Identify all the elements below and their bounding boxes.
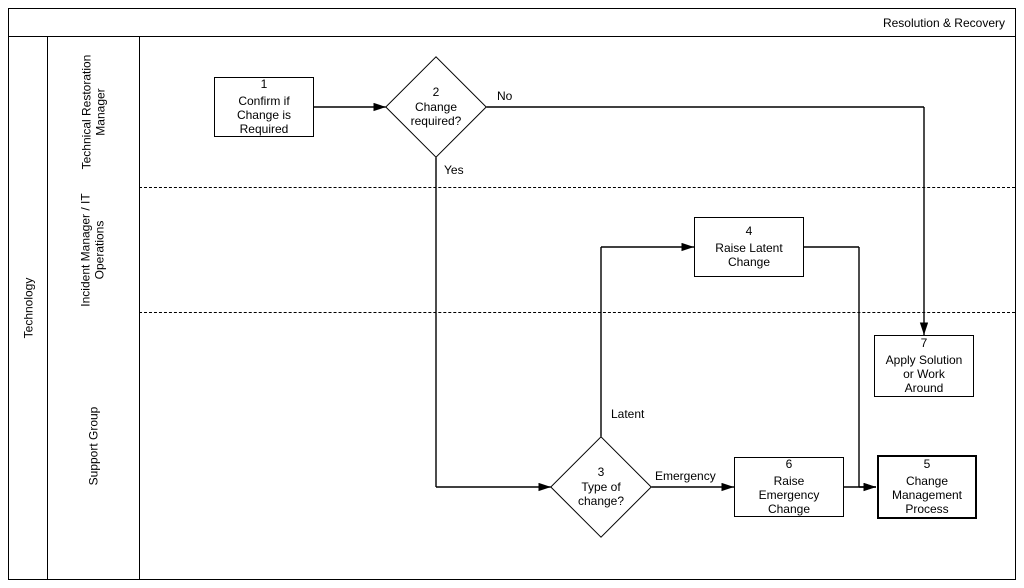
- edge-label-latent: Latent: [611, 407, 644, 421]
- diagram-title: Resolution & Recovery: [883, 16, 1005, 30]
- lane-label-a: Technical Restoration Manager: [47, 37, 139, 187]
- diagram-canvas: 1 Confirm if Change is Required 2 Change…: [139, 37, 1015, 579]
- node-1-confirm-change: 1 Confirm if Change is Required: [214, 77, 314, 137]
- lane-separator: [139, 312, 1015, 313]
- lane-group-label: Technology: [21, 278, 35, 339]
- node-7-apply-solution: 7 Apply Solution or Work Around: [874, 335, 974, 397]
- node-2-change-required: 2 Change required?: [386, 57, 486, 157]
- edge-label-emergency: Emergency: [655, 469, 716, 483]
- node-4-raise-latent: 4 Raise Latent Change: [694, 217, 804, 277]
- title-row: Resolution & Recovery: [9, 9, 1015, 37]
- lane-label-c: Support Group: [47, 312, 139, 579]
- edge-label-no: No: [497, 89, 512, 103]
- node-5-change-management: 5 Change Management Process: [877, 455, 977, 519]
- swimlane-diagram: Resolution & Recovery Technology Technic…: [8, 8, 1016, 580]
- node-3-type-of-change: 3 Type of change?: [551, 437, 651, 537]
- lane-labels-column: Technical Restoration Manager Incident M…: [47, 37, 140, 579]
- node-6-raise-emergency: 6 Raise Emergency Change: [734, 457, 844, 517]
- lane-label-b: Incident Manager / IT Operations: [47, 187, 139, 312]
- lane-separator: [139, 187, 1015, 188]
- edge-label-yes: Yes: [444, 163, 464, 177]
- lane-group-technology: Technology: [9, 37, 48, 579]
